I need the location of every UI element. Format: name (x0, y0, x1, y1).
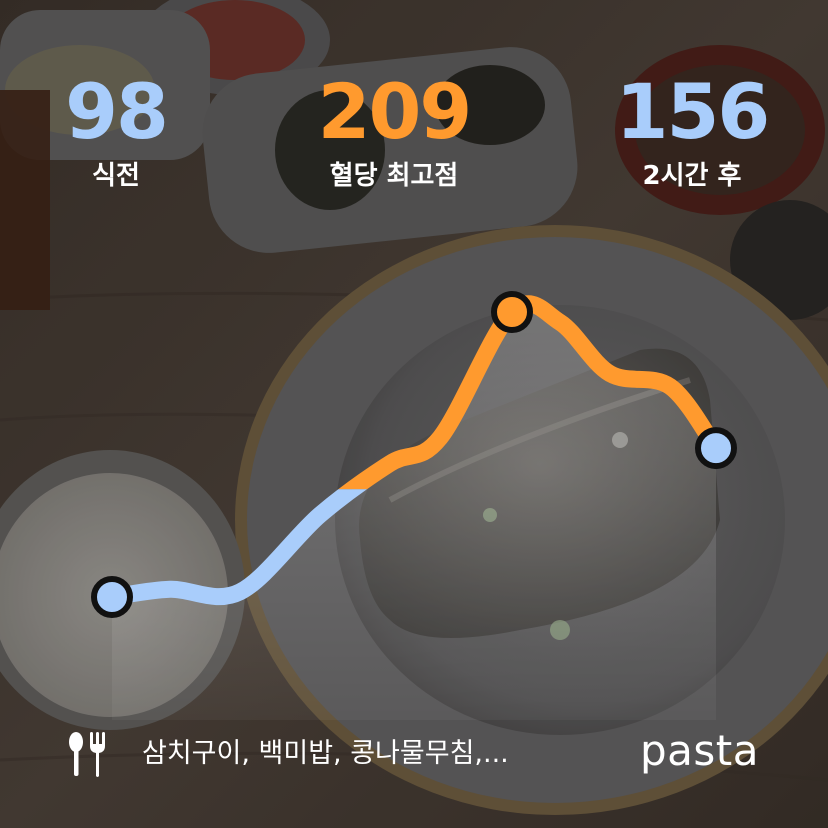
footer: 삼치구이, 백미밥, 콩나물무침,... pasta (0, 720, 828, 790)
marker-before (91, 576, 133, 618)
before-value: 98 (65, 67, 169, 156)
utensils-icon (69, 732, 105, 777)
after-label: 2시간 후 (642, 161, 742, 191)
stat-after-2h: 156 2시간 후 (562, 70, 822, 192)
meal-card: 98 식전 209 혈당 최고점 156 2시간 후 삼치구이, 백미밥, 콩나… (0, 0, 828, 828)
food-list: 삼치구이, 백미밥, 콩나물무침,... (142, 738, 509, 769)
pasta-logo: pasta (640, 726, 759, 775)
peak-value: 209 (317, 67, 473, 156)
stat-peak: 209 혈당 최고점 (264, 70, 524, 192)
after-value: 156 (615, 67, 771, 156)
marker-after (695, 427, 737, 470)
peak-label: 혈당 최고점 (329, 161, 459, 191)
stat-before-meal: 98 식전 (0, 70, 246, 192)
marker-peak (491, 291, 533, 333)
before-label: 식전 (92, 161, 140, 191)
